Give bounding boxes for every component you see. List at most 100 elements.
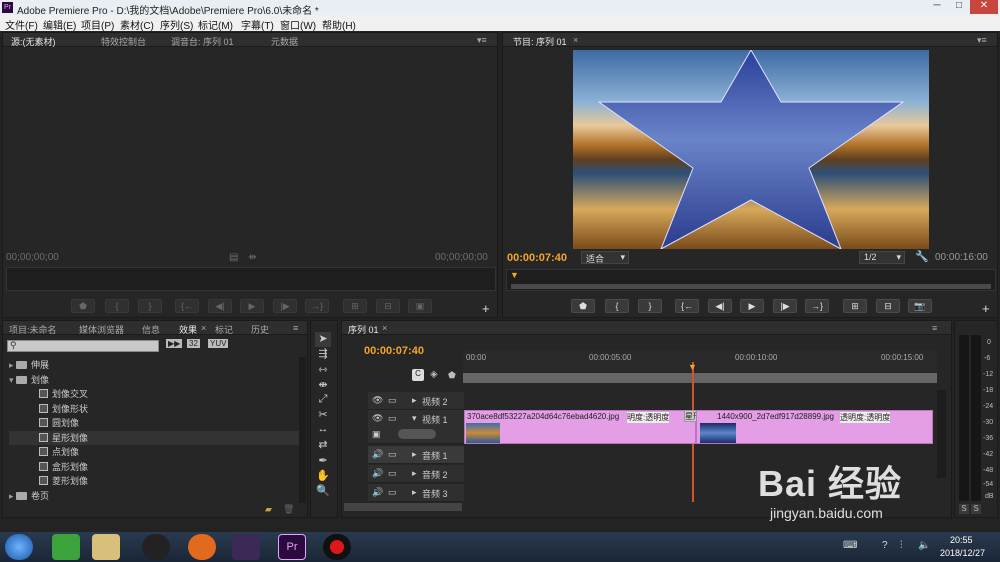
tab-effects[interactable]: 效果 xyxy=(179,323,197,336)
source-safe-margins-icon[interactable]: ▤ xyxy=(229,252,238,263)
track-select-tool-icon[interactable]: ⇶ xyxy=(315,347,331,362)
menu-file[interactable]: 文件(F) xyxy=(5,17,38,32)
effects-scrollbar[interactable] xyxy=(299,357,306,503)
clip-1-fx-dropdown[interactable]: 明度:透明度 xyxy=(627,412,670,423)
menu-title[interactable]: 字幕(T) xyxy=(241,17,274,32)
clip-2-fx-dropdown[interactable]: 透明度:透明度 xyxy=(840,412,891,423)
source-out-button[interactable]: } xyxy=(138,299,162,313)
project-panel-menu-icon[interactable]: ≡ xyxy=(293,323,298,333)
taskbar-qq-icon[interactable] xyxy=(142,534,170,560)
tab-info[interactable]: 信息 xyxy=(142,323,160,336)
source-marker-button[interactable]: ⬟ xyxy=(71,299,95,313)
source-in-button[interactable]: { xyxy=(105,299,129,313)
clip-1[interactable]: 370ace8df53227a204d64c76ebad4620.jpg 明度:… xyxy=(464,410,696,444)
source-step-back-button[interactable]: ◀| xyxy=(208,299,232,313)
program-timecode[interactable]: 00:00:07:40 xyxy=(507,252,567,264)
resolution-dropdown[interactable]: 1/2 ▾ xyxy=(859,251,905,264)
tray-network-icon[interactable]: ⫶ xyxy=(900,540,903,551)
fit-dropdown[interactable]: 适合 ▾ xyxy=(581,251,629,264)
source-overlay-button[interactable]: ⊟ xyxy=(376,299,400,313)
track-header-audio1[interactable]: 🔊 ▭ ▸ 音频 1 xyxy=(368,446,464,464)
program-play-button[interactable]: ▶ xyxy=(740,299,764,313)
slide-tool-icon[interactable]: ⇄ xyxy=(315,438,331,453)
work-area-bar[interactable] xyxy=(463,373,937,383)
track-header-video2[interactable]: 👁 ▭ ▸ 视频 2 xyxy=(368,392,464,410)
tab-audio-mixer[interactable]: 调音台: 序列 01 xyxy=(171,35,234,48)
start-button[interactable] xyxy=(5,534,33,560)
time-ruler[interactable]: 00:00 00:00:05:00 00:00:10:00 00:00:15:0… xyxy=(463,350,937,372)
tab-effect-controls[interactable]: 特效控制台 xyxy=(101,35,146,48)
tree-item-iris-points[interactable]: 点划像 xyxy=(9,445,299,459)
track-header-video1[interactable]: 👁 ▭ ▾ 视频 1 ▣ xyxy=(368,410,464,444)
tree-folder-iris[interactable]: ▾ 划像 xyxy=(9,373,299,387)
rolling-edit-tool-icon[interactable]: ⇼ xyxy=(315,378,331,393)
taskbar-camtasia-icon[interactable] xyxy=(232,534,260,560)
taskbar-record-icon[interactable] xyxy=(323,534,351,560)
playhead-icon[interactable]: ▼ xyxy=(510,270,519,280)
timeline-hscroll[interactable] xyxy=(344,503,462,511)
rate-stretch-tool-icon[interactable]: ⤢ xyxy=(315,393,331,408)
export-frame-button[interactable]: 📷 xyxy=(908,299,932,313)
tab-source[interactable]: 源:(无素材) xyxy=(11,35,56,48)
source-add-button-icon[interactable]: + xyxy=(482,301,490,316)
tree-item-iris-box[interactable]: 盒形划像 xyxy=(9,460,299,474)
source-insert-button[interactable]: ⊞ xyxy=(343,299,367,313)
program-goto-out-button[interactable]: →} xyxy=(805,299,829,313)
tree-item-iris-star[interactable]: 星形划像 xyxy=(9,431,299,445)
effects-tab-close-icon[interactable]: × xyxy=(201,323,206,333)
marker-icon[interactable]: ◈ xyxy=(430,369,438,380)
menu-clip[interactable]: 素材(C) xyxy=(120,17,154,32)
speaker-icon[interactable]: 🔊 xyxy=(372,449,383,460)
menu-window[interactable]: 窗口(W) xyxy=(280,17,316,32)
taskbar-premiere-icon[interactable]: Pr xyxy=(278,534,306,560)
extract-button[interactable]: ⊟ xyxy=(876,299,900,313)
razor-tool-icon[interactable]: ✂ xyxy=(315,408,331,423)
solo-right-button[interactable]: S xyxy=(971,504,981,514)
accelerated-effects-icon[interactable]: ▶▶ xyxy=(166,339,183,348)
eye-icon[interactable]: 👁 xyxy=(372,413,383,424)
program-scrubber[interactable]: ▼ xyxy=(506,269,996,291)
lock-track-icon[interactable]: ▭ xyxy=(388,413,397,424)
set-marker-icon[interactable]: ⬟ xyxy=(448,370,456,381)
slip-tool-icon[interactable]: ↔ xyxy=(315,423,331,438)
tree-item-iris-diamond[interactable]: 菱形划像 xyxy=(9,474,299,488)
tab-sequence[interactable]: 序列 01 xyxy=(348,323,379,336)
program-step-back-button[interactable]: ◀| xyxy=(708,299,732,313)
program-out-button[interactable]: } xyxy=(638,299,662,313)
program-panel-menu-icon[interactable]: ▾≡ xyxy=(977,35,987,46)
clip-2[interactable]: 1440x900_2d7edf917d28899.jpg 透明度:透明度 xyxy=(696,410,933,444)
source-step-forward-button[interactable]: |▶ xyxy=(273,299,297,313)
yuv-effects-badge[interactable]: YUV xyxy=(208,339,229,348)
program-goto-in-button[interactable]: {← xyxy=(675,299,699,313)
source-goto-out-button[interactable]: →} xyxy=(305,299,329,313)
tree-item-iris-shapes[interactable]: 划像形状 xyxy=(9,402,299,416)
lock-track-icon[interactable]: ▭ xyxy=(388,468,397,479)
lock-track-icon[interactable]: ▭ xyxy=(388,395,397,406)
tree-folder-page-peel[interactable]: ▸ 卷页 xyxy=(9,489,299,503)
tray-volume-icon[interactable]: 🔈 xyxy=(918,540,930,551)
menu-project[interactable]: 项目(P) xyxy=(81,17,114,32)
ripple-edit-tool-icon[interactable]: ⇿ xyxy=(315,363,331,378)
caret-right-icon[interactable]: ▸ xyxy=(412,487,417,498)
tab-history[interactable]: 历史 xyxy=(251,323,269,336)
menu-edit[interactable]: 编辑(E) xyxy=(43,17,76,32)
menu-marker[interactable]: 标记(M) xyxy=(198,17,233,32)
taskbar-explorer-icon[interactable] xyxy=(92,534,120,560)
maximize-button[interactable]: □ xyxy=(948,0,970,14)
hand-tool-icon[interactable]: ✋ xyxy=(315,469,331,484)
caret-right-icon[interactable]: ▸ xyxy=(412,468,417,479)
lock-track-icon[interactable]: ▭ xyxy=(388,487,397,498)
lock-track-icon[interactable]: ▭ xyxy=(388,449,397,460)
tree-folder-stretch[interactable]: ▸ 伸展 xyxy=(9,358,299,372)
eye-icon[interactable]: 👁 xyxy=(372,395,383,406)
speaker-icon[interactable]: 🔊 xyxy=(372,487,383,498)
tab-metadata[interactable]: 元数据 xyxy=(271,35,298,48)
solo-left-button[interactable]: S xyxy=(959,504,969,514)
tray-help-icon[interactable]: ? xyxy=(882,540,888,551)
zoom-tool-icon[interactable]: 🔍 xyxy=(315,484,331,499)
source-goto-in-button[interactable]: {← xyxy=(175,299,199,313)
taskbar-firefox-icon[interactable] xyxy=(188,534,216,560)
close-button[interactable]: ✕ xyxy=(970,0,998,14)
tab-media-browser[interactable]: 媒体浏览器 xyxy=(79,323,124,336)
delete-icon[interactable]: 🗑 xyxy=(283,504,294,515)
